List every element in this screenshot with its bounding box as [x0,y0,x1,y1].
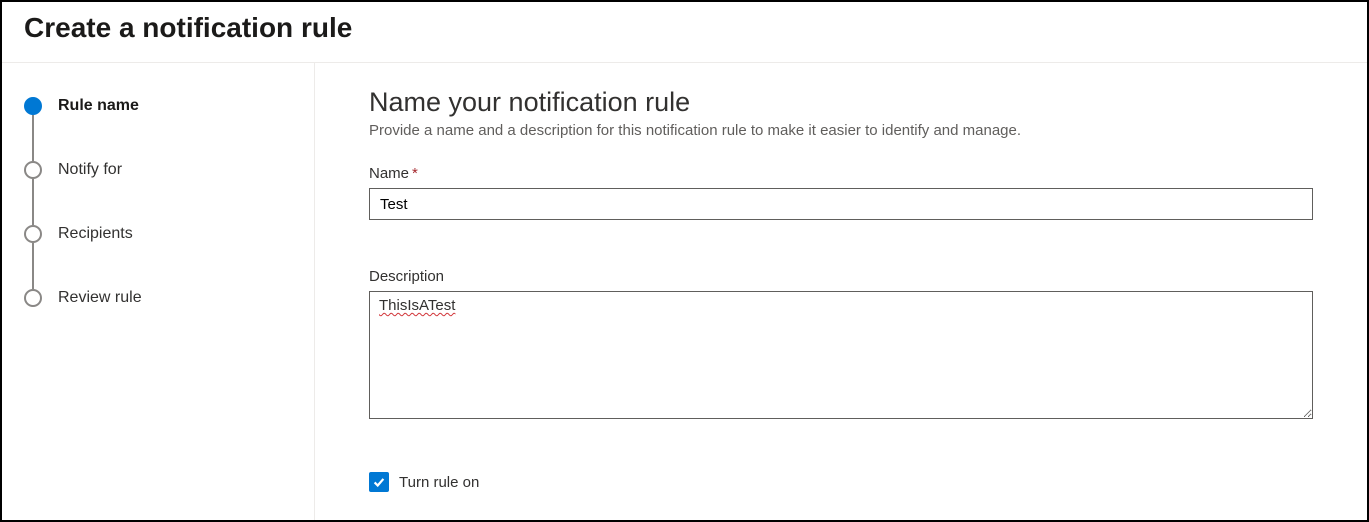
turn-rule-on-label: Turn rule on [399,474,479,491]
description-textarea[interactable] [369,291,1313,419]
step-label: Recipients [58,225,133,243]
page-header: Create a notification rule [2,2,1367,63]
section-subtitle: Provide a name and a description for thi… [369,122,1313,139]
step-label: Review rule [58,289,142,307]
step-label: Notify for [58,161,122,179]
step-review-rule[interactable]: Review rule [24,289,292,307]
step-connector [32,243,34,289]
wizard-sidebar: Rule name Notify for Recipients Review r… [2,63,315,520]
description-field-group: Description ThisIsATest [369,268,1313,424]
step-marker-icon [24,289,42,307]
step-marker-icon [24,161,42,179]
step-marker-icon [24,225,42,243]
step-notify-for[interactable]: Notify for [24,161,292,179]
step-rule-name[interactable]: Rule name [24,97,292,115]
name-label: Name* [369,165,1313,182]
main-panel: Name your notification rule Provide a na… [315,63,1367,520]
name-input[interactable] [369,188,1313,220]
description-label: Description [369,268,1313,285]
turn-rule-on-checkbox[interactable] [369,472,389,492]
step-connector [32,179,34,225]
required-indicator: * [412,165,418,182]
step-marker-icon [24,97,42,115]
turn-rule-on-row[interactable]: Turn rule on [369,472,1313,492]
name-label-text: Name [369,165,409,182]
step-recipients[interactable]: Recipients [24,225,292,243]
section-title: Name your notification rule [369,87,1313,118]
page-title: Create a notification rule [24,12,1345,44]
step-connector [32,115,34,161]
step-label: Rule name [58,97,139,115]
checkmark-icon [372,475,386,489]
name-field-group: Name* [369,165,1313,220]
